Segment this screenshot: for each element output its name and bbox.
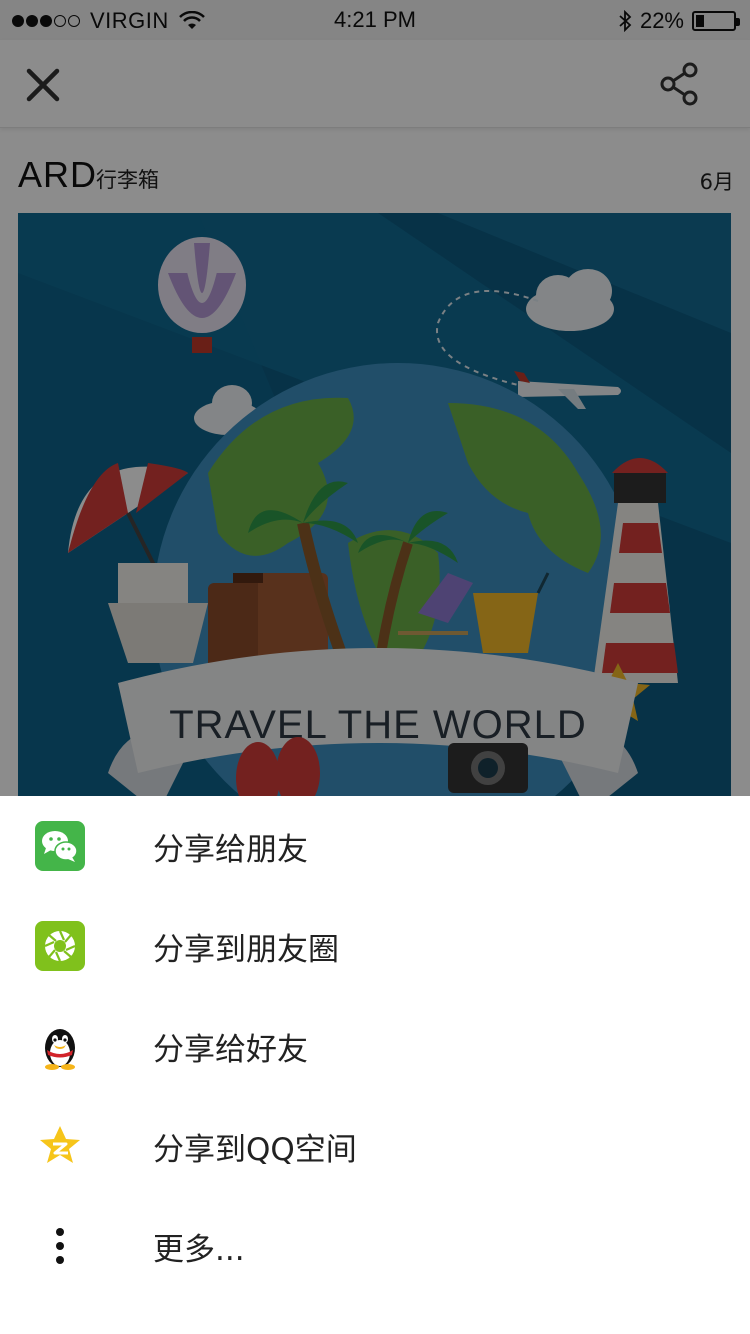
wechat-icon — [35, 821, 85, 871]
more-icon — [56, 1228, 64, 1264]
share-item-label: 分享到QQ空间 — [153, 1132, 357, 1168]
share-item-label: 分享给朋友 — [153, 832, 308, 868]
share-item-label: 分享到朋友圈 — [153, 932, 339, 968]
share-item-label: 更多... — [153, 1232, 245, 1268]
share-item-label: 分享给好友 — [153, 1032, 308, 1068]
share-to-wechat-friend-item[interactable]: 分享给朋友 — [0, 796, 750, 896]
moments-icon — [35, 921, 85, 971]
qzone-icon — [40, 1126, 80, 1163]
share-to-moments-item[interactable]: 分享到朋友圈 — [0, 896, 750, 996]
share-to-qq-friend-item[interactable]: 分享给好友 — [0, 996, 750, 1096]
qq-icon — [45, 1029, 75, 1070]
share-to-qzone-item[interactable]: 分享到QQ空间 — [0, 1096, 750, 1196]
screen: VIRGIN 4:21 PM 22% ARD 行李箱 6月 TRAVEL THE… — [0, 0, 750, 1334]
share-sheet: 分享给朋友 分享到朋友圈 分享给好友 分享到QQ空间 更多... — [0, 796, 750, 1334]
share-more-item[interactable]: 更多... — [0, 1196, 750, 1296]
dim-overlay[interactable] — [0, 0, 750, 796]
